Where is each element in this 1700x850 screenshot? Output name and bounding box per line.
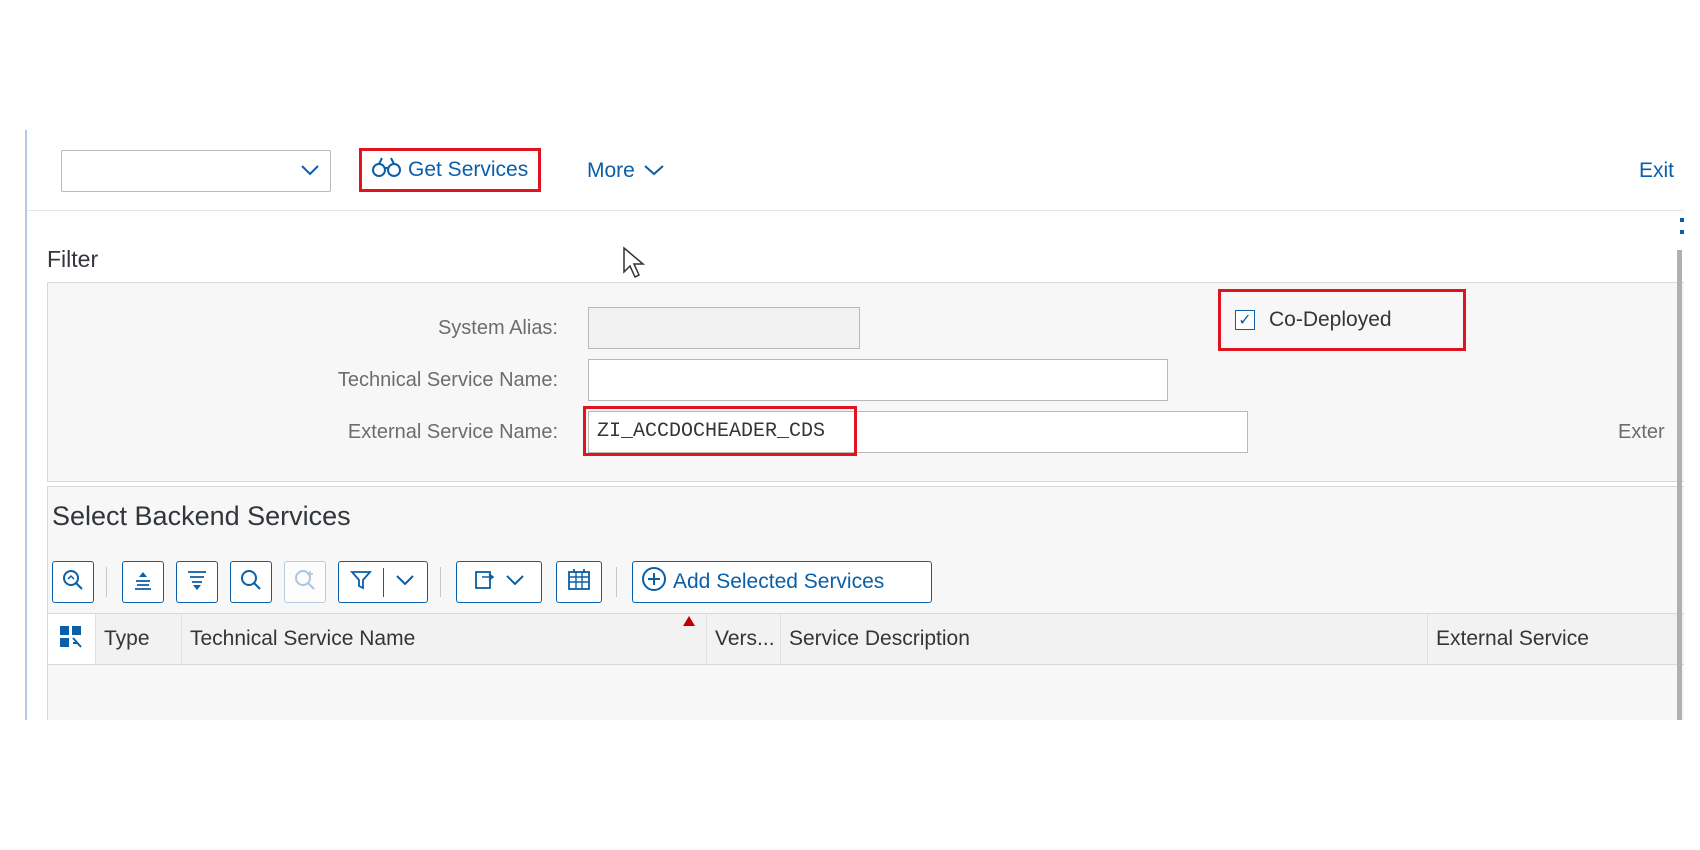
top-toolbar: Get Services More Exit: [27, 130, 1684, 211]
exit-button[interactable]: Exit: [1639, 152, 1674, 190]
technical-service-name-input[interactable]: [588, 359, 1168, 401]
vertical-scrollbar[interactable]: [1677, 250, 1682, 720]
system-alias-label: System Alias:: [437, 317, 558, 339]
binoculars-icon: [372, 156, 402, 184]
sort-ascending-button[interactable]: [122, 561, 164, 603]
search-next-icon: [293, 568, 317, 597]
sort-indicator-icon: [683, 616, 695, 626]
sort-descending-button[interactable]: [176, 561, 218, 603]
filter-panel: System Alias: Technical Service Name: Ex…: [47, 282, 1684, 482]
column-header-external-service[interactable]: External Service: [1428, 614, 1684, 664]
column-header-version[interactable]: Vers...: [707, 614, 781, 664]
action-dropdown[interactable]: [61, 150, 331, 192]
checkmark-icon: ✓: [1235, 310, 1255, 330]
column-settings-icon: [58, 623, 84, 655]
chevron-down-icon: [505, 573, 525, 592]
more-menu-button[interactable]: More: [587, 152, 665, 190]
column-header-technical-service-name[interactable]: Technical Service Name: [182, 614, 707, 664]
get-services-label: Get Services: [408, 158, 529, 181]
backend-services-section: Select Backend Services Add Selected Ser…: [47, 486, 1684, 720]
codeployed-label: Co-Deployed: [1269, 308, 1392, 331]
more-label: More: [587, 159, 635, 182]
column-header-type[interactable]: Type: [96, 614, 182, 664]
export-icon: [473, 568, 501, 597]
select-all-button[interactable]: [48, 614, 96, 664]
resize-handle-icon: [1680, 218, 1684, 222]
sort-descending-icon: [185, 568, 209, 597]
add-selected-services-button[interactable]: Add Selected Services: [632, 561, 932, 603]
exit-label: Exit: [1638, 159, 1674, 182]
find-button[interactable]: [230, 561, 272, 603]
chevron-down-icon: [643, 159, 665, 183]
filter-title: Filter: [47, 246, 99, 272]
codeployed-checkbox[interactable]: ✓ Co-Deployed: [1218, 289, 1466, 351]
magnifier-detail-icon: [61, 568, 85, 597]
section-title: Select Backend Services: [52, 501, 351, 531]
external-service-name-label: External Service Name:: [347, 421, 558, 443]
toolbar-separator: [616, 567, 617, 597]
technical-service-name-label: Technical Service Name:: [337, 369, 558, 391]
external-service-name-highlight: [583, 406, 857, 456]
toolbar-separator: [106, 567, 107, 597]
add-selected-label: Add Selected Services: [673, 570, 885, 593]
filter-dropdown-button[interactable]: [338, 561, 428, 603]
column-header-service-description[interactable]: Service Description: [781, 614, 1428, 664]
external-truncated-label: Exter: [1618, 421, 1665, 443]
table-header: Type Technical Service Name Vers... Serv…: [48, 613, 1684, 665]
table-grid-icon: [566, 568, 592, 597]
find-next-button[interactable]: [284, 561, 326, 603]
system-alias-input[interactable]: [588, 307, 860, 349]
sort-ascending-icon: [131, 568, 155, 597]
resize-handle-icon: [1680, 230, 1684, 234]
app-frame: Get Services More Exit Filter System Ali…: [25, 130, 1684, 720]
filter-funnel-icon: [339, 567, 384, 597]
layout-settings-button[interactable]: [556, 561, 602, 603]
get-services-button[interactable]: Get Services: [359, 148, 541, 192]
search-icon: [239, 568, 263, 597]
mouse-cursor-icon: [622, 246, 646, 285]
toolbar-separator: [440, 567, 441, 597]
chevron-down-icon: [300, 163, 320, 182]
export-dropdown-button[interactable]: [456, 561, 542, 603]
zoom-detail-button[interactable]: [52, 561, 94, 603]
chevron-down-icon: [384, 573, 428, 592]
add-circle-icon: [641, 566, 667, 598]
